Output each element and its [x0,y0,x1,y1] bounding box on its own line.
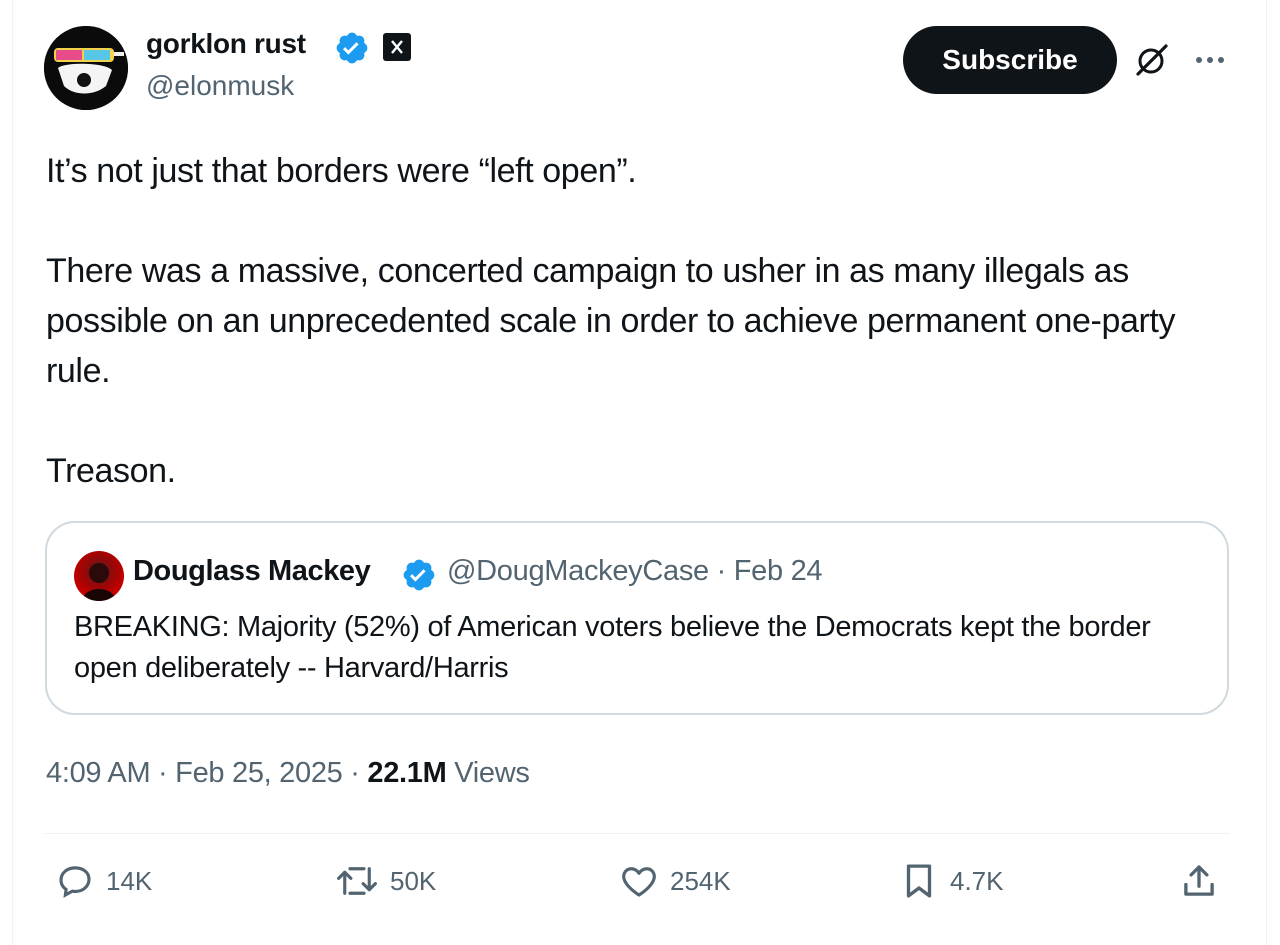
views-label: Views [446,757,530,789]
like-button[interactable]: 254K [618,860,731,902]
bookmark-icon [898,860,940,902]
post-timestamp[interactable]: 4:09 AM · Feb 25, 2025 · [46,757,367,789]
repost-icon [334,860,380,902]
post-paragraph: Treason. [46,452,176,490]
post-text: It’s not just that borders were “left op… [46,146,1246,496]
verified-badge-icon[interactable] [334,30,370,71]
more-icon[interactable] [1192,42,1228,83]
like-count: 254K [670,865,731,896]
share-button[interactable] [1178,860,1220,902]
author-handle[interactable]: @elonmusk [146,70,294,102]
quoted-post-text: BREAKING: Majority (52%) of American vot… [74,611,1151,684]
repost-count: 50K [390,865,437,896]
heart-icon [618,860,660,902]
post-paragraph: There was a massive, concerted campaign … [46,252,1176,390]
subscribe-button[interactable]: Subscribe [903,26,1117,94]
author-name[interactable]: gorklon rust [146,28,306,60]
verified-badge-icon [401,557,437,598]
bookmark-count: 4.7K [950,865,1004,896]
x-affiliate-icon[interactable] [383,33,411,61]
reply-button[interactable]: 14K [54,860,152,902]
divider [44,833,1230,834]
quoted-post[interactable]: Douglass Mackey @DougMackeyCase · Feb 24… [45,521,1229,715]
post-paragraph: It’s not just that borders were “left op… [46,152,637,190]
author-avatar[interactable] [44,26,128,110]
reply-count: 14K [106,865,153,896]
post-meta: 4:09 AM · Feb 25, 2025 · 22.1M Views [46,757,530,790]
views-count: 22.1M [367,757,447,789]
grok-icon[interactable] [1134,42,1170,83]
reply-icon [54,860,96,902]
bookmark-button[interactable]: 4.7K [898,860,1004,902]
repost-button[interactable]: 50K [334,860,436,902]
quoted-author-name[interactable]: Douglass Mackey [133,555,371,588]
quoted-author-meta: @DougMackeyCase · Feb 24 [447,555,823,587]
share-icon [1178,860,1220,902]
quoted-author-avatar[interactable] [74,551,124,601]
